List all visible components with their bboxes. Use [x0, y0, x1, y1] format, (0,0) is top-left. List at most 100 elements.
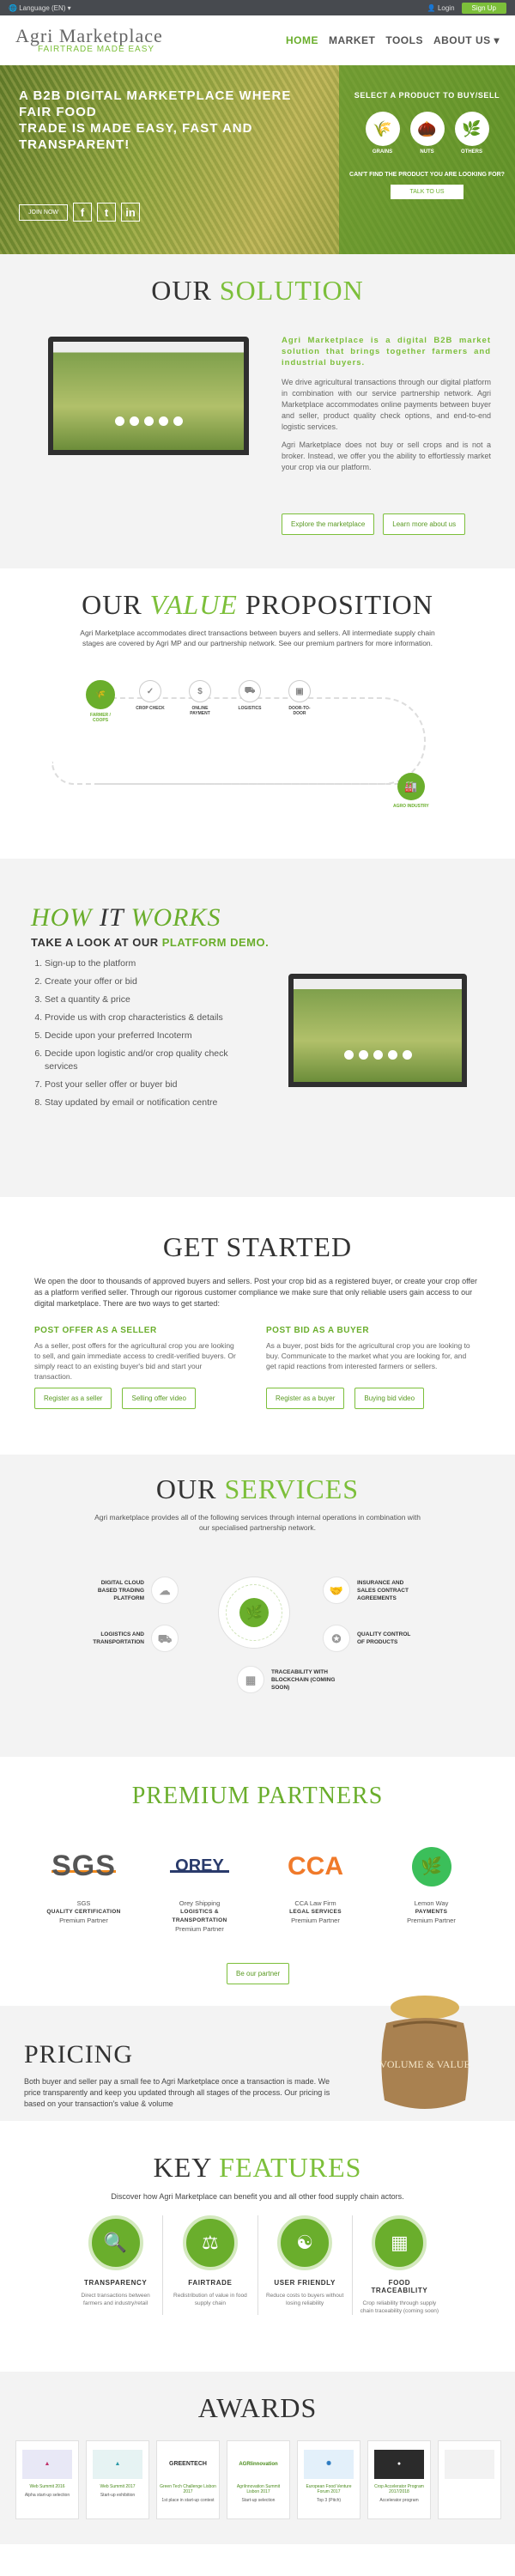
cca-logo: CCA — [269, 1846, 363, 1887]
talk-to-us-button[interactable]: TALK TO US — [391, 185, 464, 199]
step-label: ONLINE PAYMENT — [190, 706, 210, 716]
award-detail: Start-up exhibition — [100, 2493, 136, 2498]
partner-sgs[interactable]: SGS SGS QUALITY CERTIFICATION Premium Part… — [37, 1846, 131, 1934]
product-label: NUTS — [420, 149, 434, 155]
nav-market[interactable]: MARKET — [329, 34, 375, 46]
supply-chain-steps: 🌾 FARMER / COOPS ✓ CROP CHECK $ ONLINE PAYM… — [86, 680, 314, 723]
features-description: Discover how Agri Marketplace can benefi… — [111, 2192, 404, 2201]
register-buyer-button[interactable]: Register as a buyer — [266, 1388, 345, 1409]
step-label: LOGISTICS — [238, 706, 262, 711]
feature-traceability: ▦ FOOD TRACEABILITY Crop reliability throu… — [353, 2215, 446, 2315]
platform-screenshot — [53, 342, 244, 450]
product-label: GRAINS — [372, 149, 393, 155]
box-icon: ▣ — [288, 680, 311, 702]
cloud-icon: ☁ — [151, 1577, 179, 1604]
be-our-partner-button[interactable]: Be our partner — [227, 1963, 290, 1984]
how-steps-list: Sign-up to the platform Create your offe… — [33, 957, 256, 1115]
linkedin-icon[interactable]: in — [121, 203, 140, 222]
how-title: HOW IT WORKS — [31, 903, 221, 933]
partner-orey[interactable]: OREY Orey Shipping LOGISTICS & TRANSPORTA… — [153, 1846, 247, 1934]
language-selector[interactable]: 🌐 Language (EN) ▾ — [9, 4, 71, 12]
how-it-works-section: HOW IT WORKS TAKE A LOOK AT OUR PLATFORM… — [0, 859, 515, 1197]
seller-column: POST OFFER AS A SELLER As a seller, post… — [34, 1326, 240, 1382]
panel-title: SELECT A PRODUCT TO BUY/SELL — [354, 91, 500, 100]
buying-video-button[interactable]: Buying bid video — [354, 1388, 425, 1409]
explore-marketplace-button[interactable]: Explore the marketplace — [282, 513, 375, 535]
subtitle-part: PLATFORM DEMO. — [161, 936, 270, 949]
payment-icon: $ — [189, 680, 211, 702]
logo-text: CCA — [288, 1852, 343, 1880]
learn-more-button[interactable]: Learn more about us — [383, 513, 466, 535]
twitter-icon[interactable]: t — [97, 203, 116, 222]
demo-laptop-mockup[interactable] — [288, 974, 467, 1087]
award-detail: Top 3 (Pitch) — [316, 2498, 342, 2503]
buyer-buttons: Register as a buyer Buying bid video — [266, 1388, 425, 1409]
partner-name: SGS — [76, 1899, 91, 1907]
register-seller-button[interactable]: Register as a seller — [34, 1388, 112, 1409]
title-part: FEATURES — [219, 2152, 362, 2183]
award-card[interactable]: ● Crop Accelerator Program 2017/2018 Accel… — [367, 2440, 431, 2519]
product-nuts[interactable]: 🌰 NUTS — [409, 112, 445, 155]
how-step: Decide upon your preferred Incoterm — [45, 1030, 256, 1042]
award-card[interactable]: GREENTECH Green Tech Challenge Lisbon 201… — [156, 2440, 220, 2519]
buyer-heading: POST BID AS A BUYER — [266, 1326, 370, 1335]
feature-transparency: 🔍 TRANSPARENCY Direct transactions between… — [69, 2215, 164, 2315]
services-hub: 🌿 — [218, 1577, 290, 1649]
award-name: European Food Venture Forum 2017 — [306, 2484, 352, 2494]
title-part: HOW — [31, 903, 93, 932]
main-nav: HOME MARKET TOOLS ABOUT US ▾ — [286, 34, 500, 46]
award-card[interactable]: ▲ Web Summit 2016 Alpha start-up selection — [15, 2440, 79, 2519]
title-part: IT — [99, 903, 124, 932]
logo-text: SGS — [52, 1849, 116, 1882]
nav-about-us[interactable]: ABOUT US ▾ — [433, 34, 500, 46]
login-link[interactable]: 👤 Login — [427, 4, 455, 12]
partner-lemon-way[interactable]: 🌿 Lemon Way PAYMENTS Premium Partner — [385, 1846, 479, 1934]
hero-line-1: A B2B DIGITAL MARKETPLACE WHERE FAIR FOO… — [19, 88, 292, 119]
award-name: AgriInnovation Summit Lisbon 2017 — [236, 2484, 281, 2494]
selling-video-button[interactable]: Selling offer video — [122, 1388, 196, 1409]
awards-title: AWARDS — [197, 2392, 318, 2423]
title-part: OUR — [151, 275, 212, 306]
services-section: OUR SERVICES Agri marketplace provides a… — [0, 1455, 515, 1757]
value-title: OUR VALUE PROPOSITION — [0, 568, 515, 621]
logo[interactable]: Agri Marketplace FAIRTRADE MADE EASY — [15, 27, 163, 54]
how-step: Decide upon logistic and/or crop quality… — [45, 1048, 256, 1073]
platform-screenshot — [294, 979, 462, 1082]
solution-title: OUR SOLUTION — [0, 254, 515, 307]
award-card[interactable]: AGRIinnovation AgriInnovation Summit Lisb… — [227, 2440, 290, 2519]
title-part: WORKS — [130, 903, 221, 932]
partner-cca[interactable]: CCA CCA Law Firm LEGAL SERVICES Premium Pa… — [269, 1846, 363, 1934]
pricing-title: PRICING — [24, 2040, 134, 2069]
solution-lead: Agri Marketplace is a digital B2B market… — [282, 336, 491, 368]
how-step: Post your seller offer or buyer bid — [45, 1078, 256, 1091]
solution-paragraph: Agri Marketplace does not buy or sell cr… — [282, 440, 491, 471]
nav-about-label: ABOUT US — [433, 34, 491, 46]
logo-tagline: FAIRTRADE MADE EASY — [38, 45, 155, 54]
product-others[interactable]: 🌿 OTHERS — [454, 112, 489, 155]
features-row: 🔍 TRANSPARENCY Direct transactions between… — [69, 2215, 446, 2315]
how-step: Stay updated by email or notification ce… — [45, 1097, 256, 1109]
pricing-text: Both buyer and seller pay a small fee to… — [24, 2077, 330, 2108]
award-detail: 1st place in start-up contest — [161, 2498, 215, 2503]
award-detail: Alpha start-up selection — [24, 2493, 70, 2498]
sack-label: VOLUME & VALUE — [379, 2058, 470, 2070]
facebook-icon[interactable]: f — [73, 203, 92, 222]
get-started-title: GET STARTED — [162, 1231, 353, 1262]
step-label: CROP CHECK — [136, 706, 165, 711]
product-grains[interactable]: 🌾 GRAINS — [365, 112, 400, 155]
feature-user-friendly: ☯ USER FRIENDLY Reduce costs to buyers wit… — [258, 2215, 353, 2315]
step-label: AGRO INDUSTRY — [393, 804, 429, 809]
nav-tools[interactable]: TOOLS — [385, 34, 423, 46]
handshake-icon: 🤝 — [323, 1577, 350, 1604]
feature-heading: USER FRIENDLY — [274, 2279, 336, 2287]
award-card[interactable]: ▲ Web Summit 2017 Start-up exhibition — [86, 2440, 149, 2519]
step-farmer: 🌾 FARMER / COOPS — [86, 680, 115, 723]
award-card[interactable]: ✺ European Food Venture Forum 2017 Top 3 (… — [297, 2440, 360, 2519]
nav-home[interactable]: HOME — [286, 34, 318, 46]
award-card[interactable] — [438, 2440, 501, 2519]
title-part: OUR — [82, 589, 142, 620]
premium-partners-section: PREMIUM PARTNERS SGS SGS QUALITY CERTIFIC… — [0, 1757, 515, 2006]
signup-button[interactable]: Sign Up — [461, 2, 506, 14]
join-now-button[interactable]: JOIN NOW — [19, 204, 68, 221]
service-label: QUALITY CONTROL OF PRODUCTS — [357, 1631, 411, 1645]
